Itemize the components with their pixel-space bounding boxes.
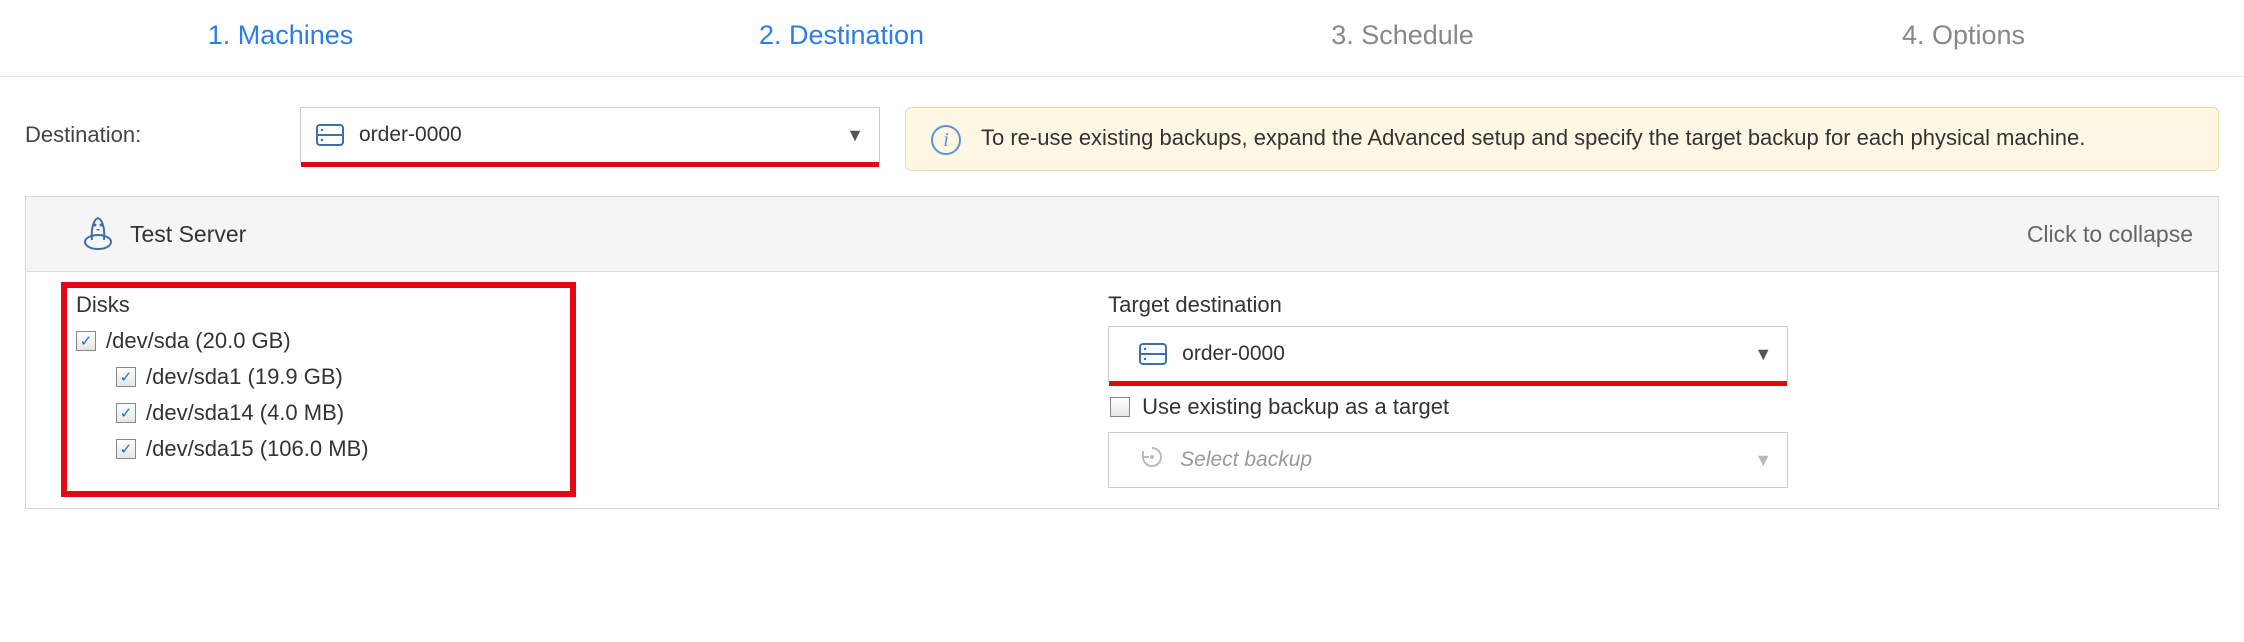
destination-label: Destination: <box>25 107 275 148</box>
destination-select[interactable]: order-0000 ▼ <box>300 107 880 163</box>
target-panel: Target destination order-0000 ▼ ✓ Use ex… <box>1078 292 2218 488</box>
disk-partition-row[interactable]: ✓ /dev/sda14 (4.0 MB) <box>76 395 1048 431</box>
select-backup-dropdown[interactable]: Select backup ▼ <box>1108 432 1788 488</box>
target-select[interactable]: order-0000 ▼ <box>1108 326 1788 382</box>
disk-partition-label: /dev/sda15 (106.0 MB) <box>146 436 369 462</box>
wizard-steps: 1. Machines 2. Destination 3. Schedule 4… <box>0 0 2244 77</box>
server-section-header[interactable]: Test Server Click to collapse <box>26 197 2218 272</box>
info-banner-text: To re-use existing backups, expand the A… <box>981 123 2085 153</box>
target-label: Target destination <box>1108 292 2188 318</box>
disks-panel: Disks ✓ /dev/sda (20.0 GB) ✓ /dev/sda1 (… <box>26 292 1078 488</box>
checkbox-icon[interactable]: ✓ <box>116 403 136 423</box>
restore-icon <box>1139 444 1165 476</box>
disk-root-label: /dev/sda (20.0 GB) <box>106 328 291 354</box>
step-machines[interactable]: 1. Machines <box>0 20 561 51</box>
chevron-down-icon: ▼ <box>1754 344 1772 365</box>
linux-icon <box>81 212 115 256</box>
disk-partition-label: /dev/sda1 (19.9 GB) <box>146 364 343 390</box>
checkbox-icon[interactable]: ✓ <box>116 439 136 459</box>
step-schedule[interactable]: 3. Schedule <box>1122 20 1683 51</box>
destination-value: order-0000 <box>359 123 462 147</box>
collapse-hint: Click to collapse <box>2027 221 2193 248</box>
server-icon <box>1139 343 1167 365</box>
step-destination[interactable]: 2. Destination <box>561 20 1122 51</box>
disks-title: Disks <box>76 292 1048 318</box>
checkbox-icon[interactable]: ✓ <box>116 367 136 387</box>
target-value: order-0000 <box>1182 342 1285 366</box>
disk-root-row[interactable]: ✓ /dev/sda (20.0 GB) <box>76 323 1048 359</box>
disk-partition-row[interactable]: ✓ /dev/sda15 (106.0 MB) <box>76 431 1048 467</box>
step-options[interactable]: 4. Options <box>1683 20 2244 51</box>
disk-partition-row[interactable]: ✓ /dev/sda1 (19.9 GB) <box>76 359 1048 395</box>
chevron-down-icon: ▼ <box>1754 450 1772 471</box>
info-icon: i <box>931 125 961 155</box>
use-existing-row[interactable]: ✓ Use existing backup as a target <box>1110 394 2188 420</box>
chevron-down-icon: ▼ <box>846 125 864 146</box>
disk-partition-label: /dev/sda14 (4.0 MB) <box>146 400 344 426</box>
server-section: Test Server Click to collapse Disks ✓ /d… <box>25 196 2219 509</box>
checkbox-icon[interactable]: ✓ <box>1110 397 1130 417</box>
info-banner: i To re-use existing backups, expand the… <box>905 107 2219 171</box>
use-existing-label: Use existing backup as a target <box>1142 394 1449 420</box>
server-icon <box>316 124 344 146</box>
checkbox-icon[interactable]: ✓ <box>76 331 96 351</box>
select-backup-placeholder: Select backup <box>1180 448 1312 472</box>
server-name: Test Server <box>130 221 246 248</box>
